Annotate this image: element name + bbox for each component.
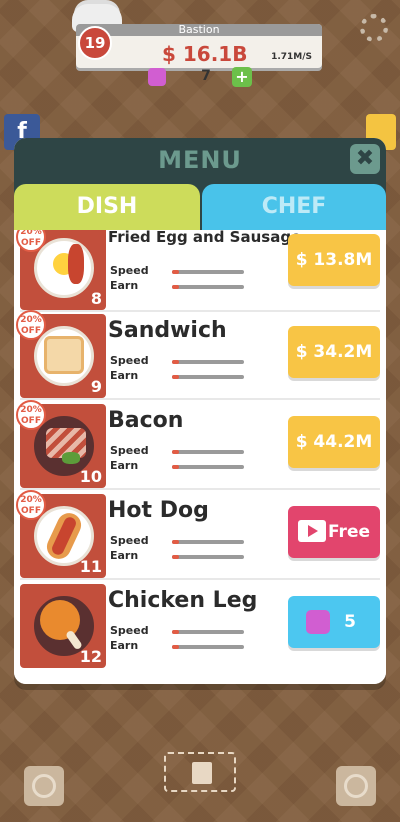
dish-name: Bacon — [108, 408, 184, 433]
gem-buy-button[interactable]: 5 — [288, 596, 380, 648]
tab-chef[interactable]: CHEF — [202, 184, 386, 230]
speed-bar-fill — [172, 360, 180, 364]
dish-level: 8 — [90, 289, 102, 308]
divider — [20, 578, 380, 580]
buy-button[interactable]: $ 34.2M — [288, 326, 380, 378]
dish-list[interactable]: 20% OFF 8 Fried Egg and Sausage Speed Ear… — [14, 230, 386, 684]
earn-bar-fill — [172, 375, 180, 379]
dish-name: Hot Dog — [108, 498, 209, 523]
menu-title: MENU — [158, 146, 242, 174]
earn-bar — [172, 375, 244, 379]
speed-bar-fill — [172, 630, 180, 634]
money-value: $ 16.1B — [162, 42, 248, 66]
dish-level: 12 — [79, 647, 102, 666]
earn-label: Earn — [110, 639, 139, 652]
list-item: 20% OFF 10 Bacon Speed Earn $ 44.2M — [14, 400, 386, 490]
free-label: Free — [328, 522, 370, 542]
speed-bar — [172, 360, 244, 364]
earn-bar — [172, 465, 244, 469]
dish-thumbnail: 20% OFF 11 — [16, 490, 106, 578]
compass-ring — [344, 774, 368, 798]
speed-label: Speed — [110, 354, 149, 367]
gem-count: 7 — [201, 68, 211, 84]
earn-label: Earn — [110, 459, 139, 472]
menu-dialog: MENU ✖ DISH CHEF 20% OFF 8 Fried Egg and … — [14, 138, 386, 684]
speed-label: Speed — [110, 624, 149, 637]
dish-thumbnail: 20% OFF 8 — [16, 230, 106, 310]
compass-icon[interactable] — [336, 766, 376, 806]
menu-header: MENU ✖ — [14, 138, 386, 182]
earn-bar-fill — [172, 285, 180, 289]
dish-name: Fried Egg and Sausage — [108, 230, 302, 246]
dish-name: Sandwich — [108, 318, 227, 343]
discount-badge: 20% OFF — [16, 400, 46, 430]
dish-thumbnail: 12 — [20, 584, 106, 668]
trash-icon — [192, 762, 212, 784]
level-badge[interactable]: 19 — [78, 26, 112, 60]
speed-bar — [172, 450, 244, 454]
earn-label: Earn — [110, 279, 139, 292]
tab-dish[interactable]: DISH — [14, 184, 200, 230]
list-item: 20% OFF 9 Sandwich Speed Earn $ 34.2M — [14, 310, 386, 400]
herb-icon — [62, 452, 80, 464]
watch-ad-button[interactable]: Free — [288, 506, 380, 558]
sausage-icon — [68, 244, 84, 284]
buy-button[interactable]: $ 13.8M — [288, 234, 380, 286]
divider — [20, 488, 380, 490]
money-hud: Bastion $ 16.1B 1.71M/S 19 — [72, 4, 322, 68]
earn-bar — [172, 285, 244, 289]
dish-level: 10 — [79, 467, 102, 486]
divider — [20, 398, 380, 400]
speed-bar-fill — [172, 270, 180, 274]
dish-level: 11 — [79, 557, 102, 576]
gem-price: 5 — [344, 612, 356, 632]
earn-label: Earn — [110, 369, 139, 382]
location-label: Bastion — [76, 24, 322, 36]
buy-button[interactable]: $ 44.2M — [288, 416, 380, 468]
book-icon[interactable] — [24, 766, 64, 806]
speed-bar — [172, 540, 244, 544]
speed-bar-fill — [172, 450, 180, 454]
book-emblem — [32, 774, 56, 798]
gear-icon[interactable] — [360, 14, 388, 42]
speed-label: Speed — [110, 264, 149, 277]
list-item: 20% OFF 8 Fried Egg and Sausage Speed Ear… — [14, 230, 386, 312]
earn-label: Earn — [110, 549, 139, 562]
earn-bar — [172, 645, 244, 649]
money-panel: Bastion $ 16.1B 1.71M/S — [76, 24, 322, 68]
earn-bar-fill — [172, 645, 180, 649]
speed-label: Speed — [110, 444, 149, 457]
discount-badge: 20% OFF — [16, 310, 46, 340]
gem-icon — [306, 610, 330, 634]
dish-thumbnail: 20% OFF 10 — [16, 400, 106, 488]
menu-tabs: DISH CHEF — [14, 182, 386, 230]
earn-bar-fill — [172, 465, 180, 469]
gem-counter: 7 + — [148, 66, 252, 88]
speed-bar — [172, 630, 244, 634]
dish-name: Chicken Leg — [108, 588, 258, 613]
income-rate: 1.71M/S — [271, 52, 312, 62]
earn-bar-fill — [172, 555, 180, 559]
earn-bar — [172, 555, 244, 559]
speed-bar — [172, 270, 244, 274]
speed-label: Speed — [110, 534, 149, 547]
discount-badge: 20% OFF — [16, 490, 46, 520]
sandwich-icon — [44, 336, 84, 374]
speed-bar-fill — [172, 540, 180, 544]
list-item: 20% OFF 11 Hot Dog Speed Earn Free — [14, 490, 386, 580]
list-item: 12 Chicken Leg Speed Earn 5 — [14, 582, 386, 670]
dish-thumbnail: 20% OFF 9 — [16, 310, 106, 398]
close-icon[interactable]: ✖ — [350, 144, 380, 174]
add-gems-button[interactable]: + — [232, 67, 252, 87]
trash-slot[interactable] — [164, 752, 236, 792]
gem-icon — [148, 68, 166, 86]
dish-level: 9 — [90, 377, 102, 396]
video-icon — [298, 520, 326, 542]
